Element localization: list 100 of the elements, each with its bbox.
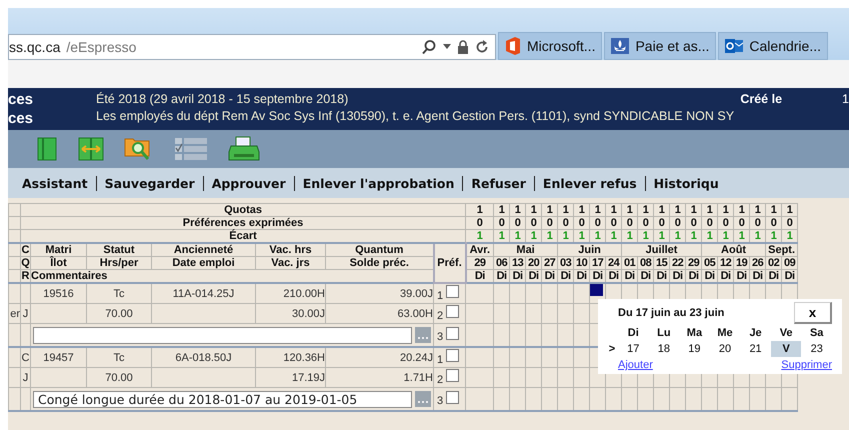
week-value: 1 [546,204,552,216]
checkbox[interactable] [446,369,459,382]
checkbox[interactable] [446,349,459,362]
checkbox[interactable] [446,390,459,404]
week-day: Di [512,270,523,282]
preference-number: 1 [436,290,444,302]
month-header: Sept. [768,244,796,256]
menu-item[interactable]: Enlever refus [534,176,646,190]
week-value: 1 [722,230,728,242]
add-link[interactable]: Ajouter [618,359,653,371]
checkbox[interactable] [446,285,459,298]
browser-tab[interactable]: Microsoft... [498,32,602,60]
day-cell[interactable]: 19 [679,341,710,357]
week-value: 0 [610,217,616,229]
week-date: 19 [736,257,748,269]
week-value: 1 [642,204,648,216]
split-columns-icon[interactable] [78,137,104,161]
column-header: Préf. [437,257,462,269]
week-cell[interactable] [526,283,542,304]
week-value: 1 [578,230,584,242]
preference-number: 3 [436,331,444,344]
week-date: 08 [640,257,652,269]
week-value: 1 [754,230,760,242]
week-value: 0 [690,217,696,229]
summary-label: Écart [229,230,257,242]
period-text: Été 2018 (29 avril 2018 - 15 septembre 2018) [95,92,350,106]
menu-item[interactable]: Historiqu [646,176,727,190]
day-cell[interactable]: V [770,341,802,357]
week-value: 1 [514,230,520,242]
month-header: Avr. [470,244,490,256]
table-cell: C [22,352,30,364]
day-header: Je [748,327,763,339]
week-date: 01 [624,257,636,269]
more-button[interactable] [415,391,431,407]
day-cell[interactable]: 18 [648,341,680,357]
week-day: Di [640,270,651,282]
week-date: 26 [752,257,764,269]
menu-item[interactable]: Assistant [14,176,97,190]
week-value: 1 [706,230,712,242]
week-cell[interactable] [558,283,574,304]
menu-item[interactable]: Sauvegarder [96,176,204,190]
printer-icon[interactable] [228,136,260,162]
week-value: 0 [754,217,760,229]
created-value: 1 [842,92,849,106]
week-value: 1 [626,204,632,216]
week-value: 1 [674,204,680,216]
week-value: 1 [722,204,728,216]
week-date: 10 [576,257,588,269]
menu-item[interactable]: Refuser [463,176,535,190]
week-date: 12 [720,257,732,269]
week-cell[interactable] [510,283,526,304]
week-day: Di [474,270,485,282]
column-header: Vac. hrs [269,244,312,256]
week-value: 0 [514,217,520,229]
day-cell[interactable]: 23 [801,341,832,357]
week-date: 29 [688,257,700,269]
browser-tab[interactable]: Calendrie... [718,32,828,60]
week-value: 0 [546,217,552,229]
menu-item[interactable]: Enlever l'approbation [294,176,464,190]
comment-field[interactable]: Congé longue durée du 2018-01-07 au 2019-01-05 [33,390,412,408]
summary-label: Préférences exprimées [182,217,304,229]
address-field[interactable]: ss.qc.ca /eEspresso [8,34,496,60]
day-cell[interactable]: 21 [740,341,771,357]
month-header: Juillet [646,244,678,256]
column-header: Date emploi [172,257,235,269]
day-cell[interactable]: 20 [710,341,740,357]
week-date: 24 [608,257,620,269]
week-value: 1 [754,204,760,216]
week-value: 0 [738,217,744,229]
day-header: Ve [778,327,794,339]
week-day: Di [496,270,507,282]
search-icon[interactable] [421,39,437,55]
table-cell: 20.24J [400,352,433,364]
week-cell[interactable] [494,283,510,304]
browser-tab[interactable]: Paie et as... [604,32,716,60]
ellipsis-icon [417,336,429,340]
comment-field[interactable] [33,326,412,344]
week-date: 29 [474,257,486,269]
week-cell[interactable] [466,283,494,304]
week-day: Di [576,270,587,282]
checkbox[interactable] [446,326,459,340]
week-value: 1 [562,204,568,216]
table-cell: Tc [114,352,124,364]
refresh-icon[interactable] [475,40,489,54]
day-cell[interactable]: 17 [618,341,649,357]
week-cell[interactable] [542,283,558,304]
menu-item[interactable]: Approuver [204,176,295,190]
week-value: 1 [594,204,600,216]
book-icon[interactable] [36,137,58,161]
more-button[interactable] [415,327,431,343]
week-value: 0 [786,217,792,229]
delete-link[interactable]: Supprimer [781,359,832,371]
dropdown-caret-icon[interactable] [443,44,451,50]
checkbox[interactable] [446,305,459,318]
table-cell: 120.36H [283,352,325,364]
week-day: Di [672,270,683,282]
office-icon [505,37,521,55]
week-value: 1 [498,230,504,242]
close-button[interactable]: x [794,302,832,324]
week-value: 1 [626,230,632,242]
